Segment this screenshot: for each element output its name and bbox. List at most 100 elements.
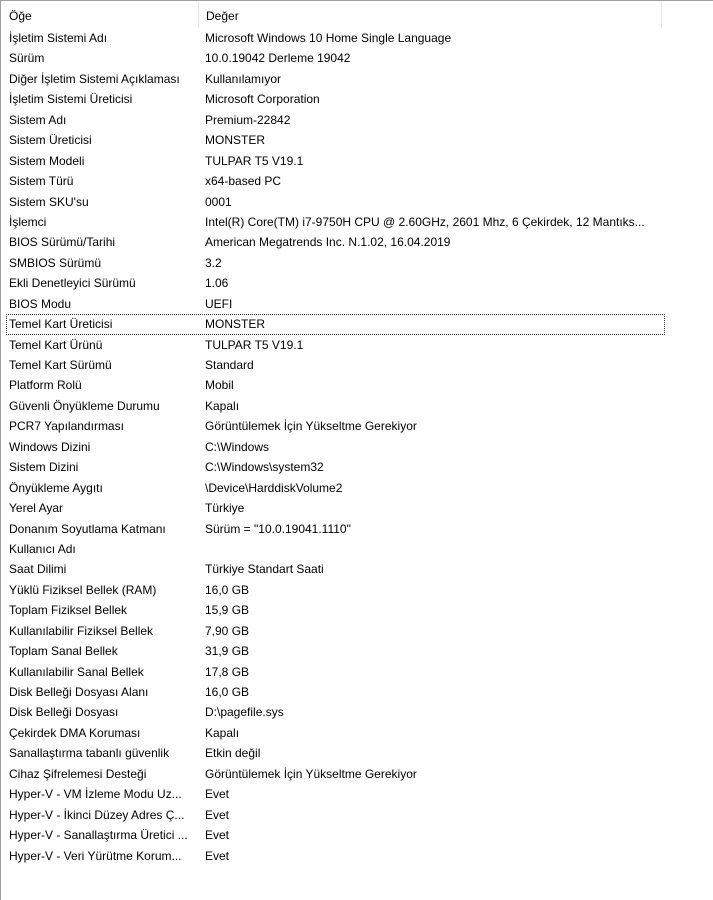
row-value: Kullanılamıyor — [205, 71, 282, 86]
table-row[interactable]: Temel Kart Ürünü TULPAR T5 V19.1 — [2, 335, 713, 355]
row-value: MONSTER — [205, 133, 265, 148]
row-item-label: Hyper-V - Veri Yürütme Korum... — [9, 848, 182, 863]
row-value: Türkiye — [205, 501, 245, 516]
row-value: Sürüm = "10.0.19041.1110" — [205, 521, 351, 536]
row-item-label: Önyükleme Aygıtı — [9, 480, 103, 495]
row-item-label: İşletim Sistemi Üreticisi — [9, 92, 133, 107]
row-item-label: İşletim Sistemi Adı — [9, 31, 108, 45]
row-item-label: Sistem Türü — [9, 174, 74, 189]
table-row[interactable]: Saat Dilimi Türkiye Standart Saati — [2, 559, 713, 579]
row-item-label: Temel Kart Ürünü — [9, 337, 103, 352]
row-value: Görüntülemek İçin Yükseltme Gerekiyor — [205, 419, 417, 434]
table-row[interactable]: Kullanılabilir Fiziksel Bellek 7,90 GB — [2, 621, 713, 641]
row-item-label: Çekirdek DMA Koruması — [9, 725, 141, 740]
table-row[interactable]: Toplam Fiziksel Bellek 15,9 GB — [2, 600, 713, 620]
row-value: TULPAR T5 V19.1 — [205, 337, 304, 352]
table-row[interactable]: Çekirdek DMA Koruması Kapalı — [2, 723, 713, 743]
table-row[interactable]: Güvenli Önyükleme Durumu Kapalı — [2, 396, 713, 416]
table-row[interactable]: Sanallaştırma tabanlı güvenlik Etkin deği… — [2, 743, 713, 763]
table-row[interactable]: Donanım Soyutlama Katmanı Sürüm = "10.0.1… — [2, 519, 713, 539]
table-row[interactable]: Cihaz Şifrelemesi Desteği Görüntülemek İç… — [2, 764, 713, 784]
row-value: 31,9 GB — [205, 644, 250, 659]
row-item-label: İşlemci — [9, 214, 47, 229]
table-row[interactable]: Ekli Denetleyici Sürümü 1.06 — [2, 273, 713, 293]
row-value: Evet — [205, 848, 230, 863]
row-value: Standard — [205, 358, 254, 372]
row-item-label: Windows Dizini — [9, 439, 91, 454]
row-value: 3.2 — [205, 255, 222, 270]
row-value: Premium-22842 — [205, 112, 291, 127]
row-value: Evet — [205, 828, 230, 843]
row-value: Görüntülemek İçin Yükseltme Gerekiyor — [205, 766, 417, 781]
table-row[interactable]: Hyper-V - Sanallaştırma Üretici ... Evet — [2, 825, 713, 845]
row-item-label: Toplam Sanal Bellek — [9, 644, 118, 659]
row-item-label: Yerel Ayar — [9, 501, 64, 516]
table-row[interactable]: Sistem Modeli TULPAR T5 V19.1 — [2, 151, 713, 171]
row-item-label: Hyper-V - VM İzleme Modu Uz... — [9, 787, 182, 802]
table-row[interactable]: İşlemci Intel(R) Core(TM) i7-9750H CPU @ … — [2, 212, 713, 232]
table-row[interactable]: Hyper-V - Veri Yürütme Korum... Evet — [2, 846, 713, 866]
row-item-label: Sistem SKU'su — [9, 194, 89, 209]
row-item-label: Diğer İşletim Sistemi Açıklaması — [9, 71, 180, 86]
row-item-label: Platform Rolü — [9, 378, 82, 393]
table-row[interactable]: Disk Belleği Dosyası Alanı 16,0 GB — [2, 682, 713, 702]
table-row[interactable]: İşletim Sistemi Adı Microsoft Windows 10 … — [2, 28, 713, 48]
row-item-label: BIOS Modu — [9, 296, 72, 311]
table-row[interactable]: Sistem Üreticisi MONSTER — [2, 130, 713, 150]
table-row[interactable]: Hyper-V - İkinci Düzey Adres Ç... Evet — [2, 805, 713, 825]
row-value: Intel(R) Core(TM) i7-9750H CPU @ 2.60GHz… — [205, 214, 645, 229]
table-row[interactable]: BIOS Sürümü/Tarihi American Megatrends In… — [2, 232, 713, 252]
row-value: D:\pagefile.sys — [205, 705, 284, 720]
table-row[interactable]: SMBIOS Sürümü 3.2 — [2, 253, 713, 273]
row-value: Microsoft Corporation — [205, 92, 320, 107]
table-row[interactable]: Platform Rolü Mobil — [2, 375, 713, 395]
row-value: UEFI — [205, 296, 233, 311]
table-row[interactable]: Sistem Adı Premium-22842 — [2, 110, 713, 130]
row-value: American Megatrends Inc. N.1.02, 16.04.2… — [205, 235, 451, 250]
row-item-label: Hyper-V - Sanallaştırma Üretici ... — [9, 828, 188, 843]
row-value: x64-based PC — [205, 174, 282, 189]
row-value: Evet — [205, 787, 230, 802]
table-row[interactable]: Kullanıcı Adı — [2, 539, 713, 559]
table-row[interactable]: İşletim Sistemi Üreticisi Microsoft Corpo… — [2, 89, 713, 109]
table-row[interactable]: Sürüm 10.0.19042 Derleme 19042 — [2, 48, 713, 68]
row-value: Microsoft Windows 10 Home Single Languag… — [205, 31, 452, 45]
table-row[interactable]: Windows Dizini C:\Windows — [2, 437, 713, 457]
row-item-label: Sistem Dizini — [9, 460, 79, 475]
table-row[interactable]: Sistem Türü x64-based PC — [2, 171, 713, 191]
row-value: Türkiye Standart Saati — [205, 562, 324, 577]
table-row[interactable]: Sistem Dizini C:\Windows\system32 — [2, 457, 713, 477]
row-item-label: Yüklü Fiziksel Bellek (RAM) — [9, 582, 157, 597]
column-header-value[interactable]: Değer — [199, 2, 662, 28]
table-row[interactable]: Diğer İşletim Sistemi Açıklaması Kullanıl… — [2, 69, 713, 89]
table-row[interactable]: Temel Kart Sürümü Standard — [2, 355, 713, 375]
column-header-filler — [662, 2, 713, 28]
table-row[interactable]: PCR7 Yapılandırması Görüntülemek İçin Yük… — [2, 416, 713, 436]
row-item-label: Disk Belleği Dosyası Alanı — [9, 685, 149, 699]
table-row[interactable]: Toplam Sanal Bellek 31,9 GB — [2, 641, 713, 661]
table-row[interactable]: Hyper-V - VM İzleme Modu Uz... Evet — [2, 784, 713, 804]
row-value: TULPAR T5 V19.1 — [205, 153, 304, 168]
row-item-label: Donanım Soyutlama Katmanı — [9, 521, 166, 536]
column-header-item[interactable]: Öğe — [2, 2, 199, 28]
table-row[interactable]: Önyükleme Aygıtı \Device\HarddiskVolume2 — [2, 478, 713, 498]
row-item-label: Sistem Modeli — [9, 153, 85, 168]
row-item-label: Sürüm — [9, 51, 45, 66]
table-row[interactable]: Disk Belleği Dosyası D:\pagefile.sys — [2, 702, 713, 722]
row-value: MONSTER — [205, 317, 265, 332]
table-row[interactable]: Sistem SKU'su 0001 — [2, 192, 713, 212]
row-item-label: Temel Kart Üreticisi — [9, 317, 113, 332]
table-row[interactable]: Yüklü Fiziksel Bellek (RAM) 16,0 GB — [2, 580, 713, 600]
table-row[interactable]: BIOS Modu UEFI — [2, 294, 713, 314]
row-value: 10.0.19042 Derleme 19042 — [205, 51, 351, 66]
table-row[interactable]: Yerel Ayar Türkiye — [2, 498, 713, 518]
table-row[interactable]: Temel Kart Üreticisi MONSTER — [6, 314, 665, 335]
table-row[interactable]: Kullanılabilir Sanal Bellek 17,8 GB — [2, 662, 713, 682]
row-item-label: Saat Dilimi — [9, 562, 67, 577]
row-item-label: Kullanıcı Adı — [9, 541, 76, 556]
row-item-label: BIOS Sürümü/Tarihi — [9, 235, 116, 250]
system-summary-list: Öğe Değer İşletim Sistemi Adı Microsoft W… — [0, 0, 713, 900]
row-value: 17,8 GB — [205, 664, 250, 679]
row-value: \Device\HarddiskVolume2 — [205, 480, 343, 495]
row-item-label: Kullanılabilir Fiziksel Bellek — [9, 623, 154, 638]
